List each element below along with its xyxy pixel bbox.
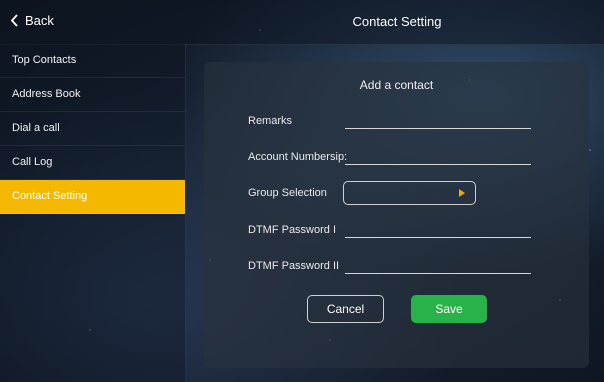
panel-title: Add a contact: [359, 78, 434, 92]
add-contact-panel: Add a contact Remarks Account Number sip…: [204, 62, 589, 368]
account-number-label: Account Number: [248, 151, 330, 163]
top-bar: Back Contact Setting: [0, 0, 604, 45]
group-selection-label: Group Selection: [248, 187, 327, 199]
dtmf-password-2-input[interactable]: [345, 273, 531, 274]
cancel-button[interactable]: Cancel: [307, 295, 384, 323]
remarks-input[interactable]: [345, 128, 531, 129]
sidebar-item-address-book[interactable]: Address Book: [0, 78, 185, 112]
dtmf-password-2-label: DTMF Password II: [248, 260, 340, 272]
sidebar-item-call-log[interactable]: Call Log: [0, 146, 185, 180]
sidebar-item-top-contacts[interactable]: Top Contacts: [0, 44, 185, 78]
account-number-input[interactable]: [345, 164, 531, 165]
remarks-label: Remarks: [248, 115, 293, 127]
sidebar-item-contact-setting[interactable]: Contact Setting: [0, 180, 185, 214]
save-button[interactable]: Save: [411, 295, 487, 323]
caret-right-icon: [459, 189, 465, 197]
group-selection-dropdown[interactable]: [343, 181, 476, 205]
page-title: Contact Setting: [352, 14, 442, 29]
sidebar-item-dial-a-call[interactable]: Dial a call: [0, 112, 185, 146]
dtmf-password-1-label: DTMF Password I: [248, 224, 337, 236]
sidebar: Top Contacts Address Book Dial a call Ca…: [0, 44, 186, 382]
dtmf-password-1-input[interactable]: [345, 237, 531, 238]
sip-prefix: sip:: [330, 151, 348, 163]
